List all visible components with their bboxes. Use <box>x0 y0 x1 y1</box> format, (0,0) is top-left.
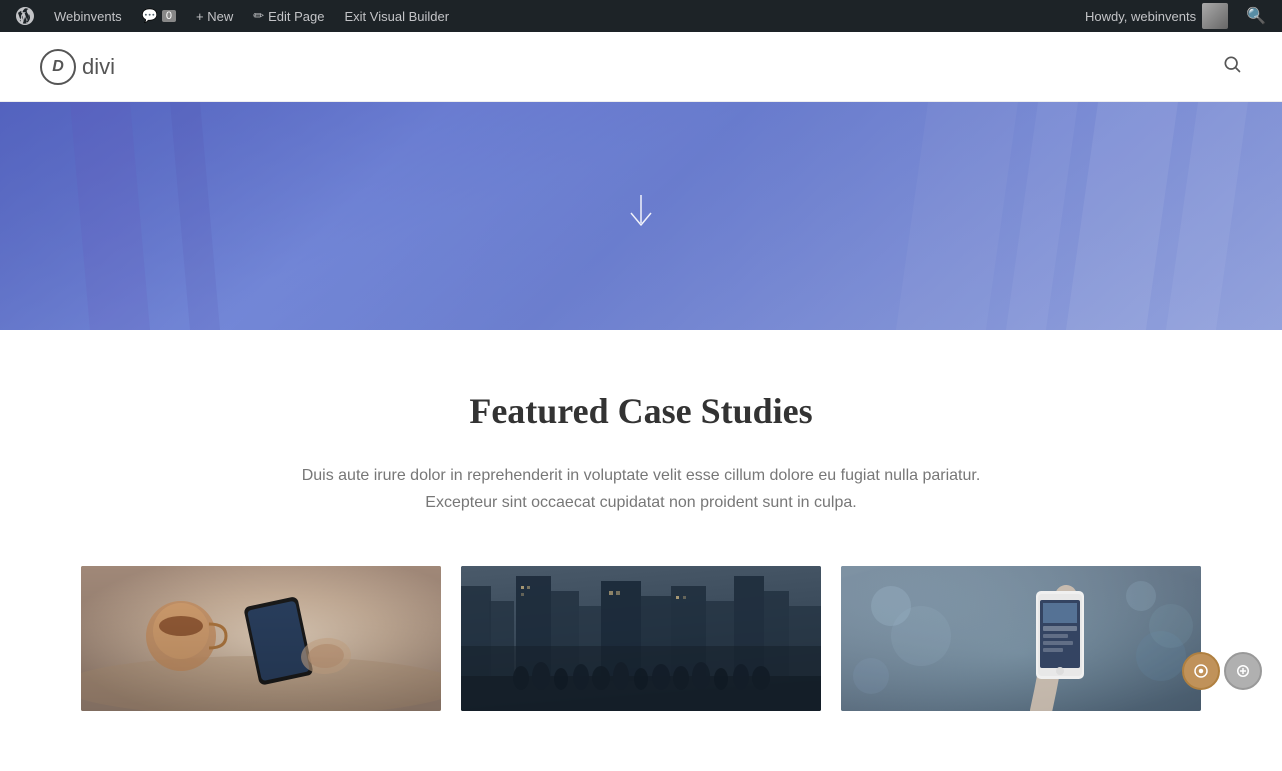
pencil-icon: ✏ <box>253 8 264 24</box>
wp-logo[interactable] <box>6 0 44 32</box>
scroll-down-arrow[interactable] <box>627 195 655 238</box>
site-header: D divi <box>0 32 1282 102</box>
edit-page-label: Edit Page <box>268 9 324 24</box>
section-title: Featured Case Studies <box>40 390 1242 432</box>
case-study-card-1[interactable] <box>81 566 441 711</box>
case-study-card-3[interactable] <box>841 566 1201 711</box>
admin-bar-howdy[interactable]: Howdy, webinvents <box>1077 3 1236 29</box>
visual-builder-toggle[interactable] <box>1182 652 1220 690</box>
divi-logo[interactable]: D divi <box>40 49 115 85</box>
logo-letter: D <box>52 58 64 76</box>
admin-bar-new[interactable]: + New <box>186 0 243 32</box>
admin-bar-exit-builder[interactable]: Exit Visual Builder <box>335 0 460 32</box>
hero-section <box>0 102 1282 330</box>
new-label: + New <box>196 9 233 24</box>
admin-bar: Webinvents 💬 0 + New ✏ Edit Page Exit Vi… <box>0 0 1282 32</box>
card-1-inner <box>81 566 441 711</box>
logo-circle: D <box>40 49 76 85</box>
avatar <box>1202 3 1228 29</box>
case-study-card-2[interactable] <box>461 566 821 711</box>
visual-builder-edit[interactable] <box>1224 652 1262 690</box>
comment-icon: 💬 <box>142 8 158 24</box>
main-content: Featured Case Studies Duis aute irure do… <box>0 330 1282 771</box>
howdy-text: Howdy, webinvents <box>1085 9 1196 24</box>
card-2-inner <box>461 566 821 711</box>
admin-bar-right: Howdy, webinvents 🔍 <box>1077 0 1276 32</box>
builder-buttons <box>1182 652 1262 690</box>
admin-bar-site-label: Webinvents <box>54 9 122 24</box>
logo-text: divi <box>82 54 115 80</box>
comment-count: 0 <box>162 10 176 22</box>
avatar-image <box>1202 3 1228 29</box>
section-description: Duis aute irure dolor in reprehenderit i… <box>301 462 981 516</box>
admin-bar-comments[interactable]: 💬 0 <box>132 0 186 32</box>
admin-bar-site[interactable]: Webinvents <box>44 0 132 32</box>
cards-row <box>40 566 1242 731</box>
admin-bar-search[interactable]: 🔍 <box>1236 0 1276 32</box>
exit-builder-label: Exit Visual Builder <box>345 9 450 24</box>
admin-bar-edit-page[interactable]: ✏ Edit Page <box>243 0 334 32</box>
card-3-inner <box>841 566 1201 711</box>
header-search-button[interactable] <box>1222 54 1242 79</box>
search-icon: 🔍 <box>1246 6 1266 26</box>
admin-bar-left: Webinvents 💬 0 + New ✏ Edit Page Exit Vi… <box>6 0 1077 32</box>
